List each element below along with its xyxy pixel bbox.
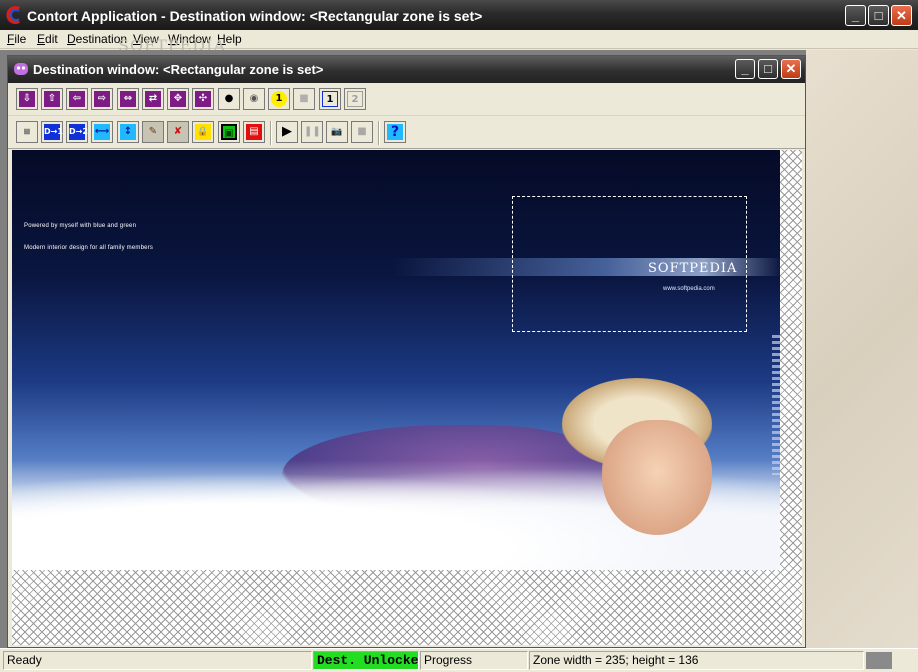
menu-edit[interactable]: Edit [37,32,58,46]
arrow-left-button[interactable]: ⇦ [66,88,88,110]
frame-icon: ▣ [221,124,237,140]
image-text-line2: Modern interior design for all family me… [24,245,154,251]
arrow-right-icon: ⇨ [94,91,110,107]
play-button[interactable]: ▶ [276,121,298,143]
zone-button[interactable]: ■ [293,88,315,110]
close-button[interactable]: ✕ [891,5,912,26]
help-icon: ? [387,124,403,140]
stretch-vertical-button[interactable]: ↕ [117,121,139,143]
destination-window: Destination window: <Rectangular zone is… [7,55,806,648]
mdi-background [806,50,918,648]
erase-brush-button[interactable]: ✘ [167,121,189,143]
app-title-bar[interactable]: Contort Application - Destination window… [0,0,918,30]
menu-file[interactable]: File [7,32,26,46]
arrow-up-icon: ⇧ [44,91,60,107]
arrow-up-button[interactable]: ⇧ [41,88,63,110]
pause-icon: ❚❚ [304,126,321,137]
mask-button[interactable]: ⩏ [16,121,38,143]
shrink-horizontal-button[interactable]: ⇄ [142,88,164,110]
stretch-vertical-icon: ↕ [120,124,136,140]
minimize-icon: _ [851,8,860,23]
child-maximize-button[interactable]: □ [758,59,778,79]
point-icon: ● [224,93,234,104]
expand-horizontal-button[interactable]: ⇔ [117,88,139,110]
lock-icon: 🔒 [195,124,211,140]
expand-horizontal-icon: ⇔ [120,91,136,107]
lock-button[interactable]: 🔒 [192,121,214,143]
arrow-down-icon: ⇩ [19,91,35,107]
status-grip [866,652,892,669]
mask-icon: ⩏ [24,126,30,137]
mask-app-icon [14,63,28,75]
close-icon: ✕ [896,8,907,23]
expand-all-button[interactable]: ✥ [167,88,189,110]
point-1-button[interactable]: 1 [268,88,290,110]
brush-button[interactable]: ✎ [142,121,164,143]
camera-icon: 📷 [331,127,343,137]
flag-icon: ▤ [246,124,262,140]
app-logo-icon [6,6,21,24]
status-ready: Ready [3,651,312,670]
shrink-horizontal-icon: ⇄ [145,91,161,107]
point-button[interactable]: ● [218,88,240,110]
close-icon: ✕ [785,61,797,76]
shrink-all-button[interactable]: ✣ [192,88,214,110]
zone-2-button[interactable]: 2 [344,88,366,110]
brush-icon: ✎ [148,126,158,137]
stretch-horizontal-button[interactable]: ⟷ [91,121,113,143]
blur-point-icon: ◉ [249,93,259,104]
shrink-all-icon: ✣ [195,91,211,107]
toolbar-separator [378,121,380,145]
progress-indicator: Progress [420,651,528,670]
child-minimize-button[interactable]: _ [735,59,755,79]
destination-2-icon: D→2 [69,124,88,140]
erase-brush-icon: ✘ [173,126,183,137]
image-vertical-text [772,335,780,475]
expand-all-icon: ✥ [170,91,186,107]
maximize-icon: □ [874,8,883,23]
help-button[interactable]: ? [384,121,406,143]
child-close-button[interactable]: ✕ [781,59,801,79]
toolbar-separator [270,121,272,145]
point-1-icon: 1 [271,91,287,107]
destination-canvas[interactable]: Powered by myself with blue and green Mo… [12,150,802,645]
arrow-right-button[interactable]: ⇨ [91,88,113,110]
arrow-down-button[interactable]: ⇩ [16,88,38,110]
stretch-horizontal-icon: ⟷ [94,124,110,140]
maximize-button[interactable]: □ [868,5,889,26]
pause-button[interactable]: ❚❚ [301,121,323,143]
zone-1-button[interactable]: 1 [319,88,341,110]
play-icon: ▶ [282,124,292,139]
minimize-icon: _ [741,61,749,76]
destination-window-title: Destination window: <Rectangular zone is… [33,62,324,77]
toolbar-actions: ⩏ D→1 D→2 ⟷ ↕ ✎ ✘ 🔒 ▣ ▤ ▶ ❚❚ 📷 ■ ? [8,117,805,149]
camera-button[interactable]: 📷 [326,121,348,143]
destination-image[interactable]: Powered by myself with blue and green Mo… [12,150,780,570]
blur-point-button[interactable]: ◉ [243,88,265,110]
arrow-left-icon: ⇦ [69,91,85,107]
lock-state-indicator: Dest. Unlocked [313,651,419,670]
status-bar: Ready Dest. Unlocked Progress Zone width… [0,648,918,672]
destination-1-icon: D→1 [44,124,63,140]
flag-button[interactable]: ▤ [243,121,265,143]
minimize-button[interactable]: _ [845,5,866,26]
rectangular-zone[interactable] [512,196,747,332]
destination-1-button[interactable]: D→1 [41,121,63,143]
zone-icon: ■ [299,93,309,104]
maximize-icon: □ [764,61,772,76]
image-text-line1: Powered by myself with blue and green [24,223,137,229]
toolbar-transform: ⇩ ⇧ ⇦ ⇨ ⇔ ⇄ ✥ ✣ ● ◉ 1 ■ 1 2 [8,84,805,116]
stop-button[interactable]: ■ [351,121,373,143]
zone-2-icon: 2 [347,91,363,107]
stop-icon: ■ [357,126,367,137]
destination-window-title-bar[interactable]: Destination window: <Rectangular zone is… [8,56,805,83]
app-title: Contort Application - Destination window… [27,8,483,24]
destination-2-button[interactable]: D→2 [66,121,88,143]
image-figure-face [602,420,712,535]
zone-size-info: Zone width = 235; height = 136 [529,651,864,670]
zone-1-icon: 1 [322,91,338,107]
frame-button[interactable]: ▣ [218,121,240,143]
